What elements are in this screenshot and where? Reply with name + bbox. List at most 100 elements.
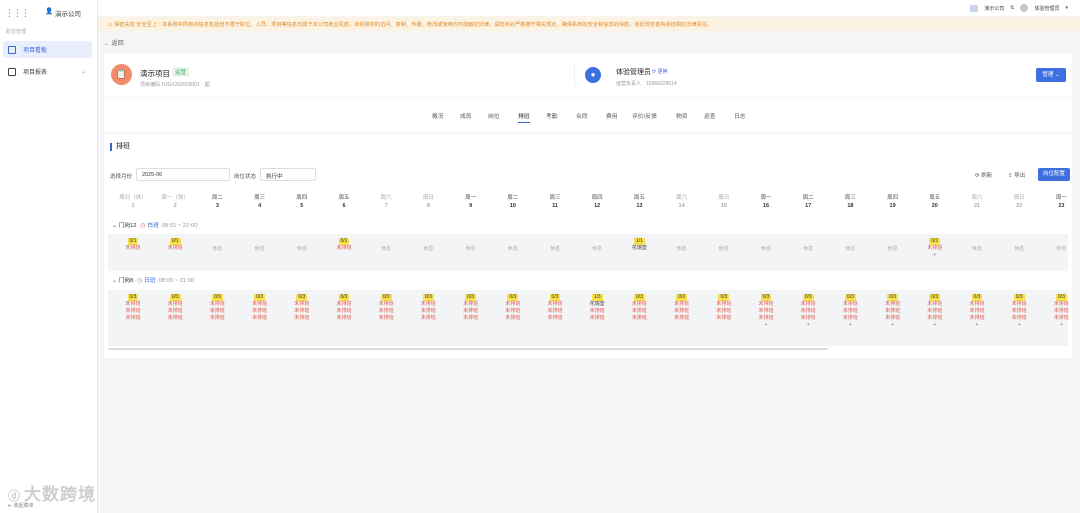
schedule-cell[interactable]: 0/3 未排班 未排班 未排班 [112, 294, 154, 322]
schedule-cell[interactable]: 休息 [407, 238, 449, 253]
schedule-cell[interactable]: 0/3 未排班 未排班 未排班 [281, 294, 323, 322]
sidebar-item-project-board[interactable]: 项目看板 [3, 41, 92, 58]
schedule-cell[interactable]: 1/1 花瑞奎 [618, 238, 660, 252]
company-switcher[interactable]: 👤 演示公司 [45, 8, 81, 18]
schedule-cell[interactable]: 0/3 未排班 未排班 未排班 + [998, 294, 1040, 329]
schedule-cell[interactable]: 休息 [365, 238, 407, 253]
tab-item[interactable]: 岗位 [488, 111, 500, 122]
switch-icon[interactable]: ⇅ [1010, 5, 1014, 11]
tab-item[interactable]: 巡查 [704, 111, 716, 122]
schedule-cell[interactable]: 0/1 未排班 + [914, 238, 956, 259]
schedule-cell[interactable]: 休息 [872, 238, 914, 253]
add-staff-icon[interactable]: + [914, 252, 956, 259]
schedule-cell[interactable]: 0/3 未排班 未排班 未排班 + [872, 294, 914, 329]
schedule-cell[interactable]: 0/3 未排班 未排班 未排班 + [829, 294, 871, 329]
schedule-cell[interactable]: 0/3 未排班 未排班 未排班 + [956, 294, 998, 329]
schedule-cell[interactable]: 休息 [703, 238, 745, 253]
top-user[interactable]: 体验管理员 [1034, 5, 1059, 12]
tab-item[interactable]: 排班 [518, 111, 530, 123]
top-company[interactable]: 演示公司 [984, 5, 1004, 12]
add-staff-icon[interactable]: + [745, 322, 787, 329]
add-staff-icon[interactable]: + [787, 322, 829, 329]
schedule-cell[interactable]: 0/1 未排班 [112, 238, 154, 252]
schedule-cell[interactable]: 0/3 未排班 未排班 未排班 [492, 294, 534, 322]
schedule-cell[interactable]: 0/1 未排班 [323, 238, 365, 252]
shift-time: 08:51 ~ 22:00 [161, 223, 198, 229]
schedule-cell[interactable]: 休息 [745, 238, 787, 253]
date-column-header: 周六 7 [365, 194, 407, 210]
sidebar-item-project-report[interactable]: 项目报表 ⌄ [3, 63, 92, 80]
unassigned-label: 未排班 [209, 315, 225, 321]
schedule-cell[interactable]: 休息 [196, 238, 238, 253]
schedule-cell[interactable]: 0/3 未排班 未排班 未排班 + [787, 294, 829, 329]
schedule-cell[interactable]: 休息 [281, 238, 323, 253]
schedule-cell[interactable]: 休息 [450, 238, 492, 253]
company-icon [970, 4, 979, 12]
add-staff-icon[interactable]: + [998, 322, 1040, 329]
schedule-cell[interactable]: 0/3 未排班 未排班 未排班 + [914, 294, 956, 329]
tab-item[interactable]: 成员 [460, 111, 472, 122]
tab-item[interactable]: 概况 [432, 111, 444, 122]
tab-item[interactable]: 物资 [676, 111, 688, 122]
schedule-cell[interactable]: 休息 [661, 238, 703, 253]
schedule-cell[interactable]: 0/3 未排班 未排班 未排班 [407, 294, 449, 322]
add-staff-icon[interactable]: + [829, 322, 871, 329]
horizontal-scrollbar[interactable] [108, 348, 828, 350]
unassigned-label: 未排班 [716, 308, 732, 314]
add-staff-icon[interactable]: + [1040, 322, 1072, 329]
refresh-button[interactable]: ⟳ 刷新 [975, 171, 992, 179]
schedule-cell[interactable]: 0/3 未排班 未排班 未排班 + [745, 294, 787, 329]
apps-grid-icon[interactable]: ⋮⋮⋮ [5, 8, 30, 19]
rest-label: 休息 [254, 246, 265, 252]
schedule-cell[interactable]: 0/3 未排班 未排班 未排班 [703, 294, 745, 322]
schedule-cell[interactable]: 休息 [492, 238, 534, 253]
schedule-cell[interactable]: 0/3 未排班 未排班 未排班 [323, 294, 365, 322]
back-link[interactable]: ← 返回 [104, 38, 124, 47]
schedule-cell[interactable]: 0/3 未排班 未排班 未排班 [534, 294, 576, 322]
schedule-cell[interactable]: 0/3 未排班 未排班 未排班 + [1040, 294, 1072, 329]
schedule-cell[interactable]: 休息 [534, 238, 576, 253]
schedule-cell[interactable]: 休息 [576, 238, 618, 253]
schedule-cell[interactable]: 0/3 未排班 未排班 未排班 [239, 294, 281, 322]
rest-label: 休息 [1014, 246, 1025, 252]
date-column-header: 周四 12 [576, 194, 618, 210]
change-manager-link[interactable]: ⟳ 更换 [652, 68, 668, 75]
schedule-cell[interactable]: 休息 [998, 238, 1040, 253]
post-group-header[interactable]: ⌄ 门岗12 ◷ 白班 08:51 ~ 22:00 [112, 220, 197, 229]
export-button[interactable]: ⇪ 导出 [1008, 171, 1025, 179]
schedule-cell[interactable]: 休息 [787, 238, 829, 253]
schedule-cell[interactable]: 休息 [829, 238, 871, 253]
weekday-label: 周六 [380, 195, 392, 201]
staff-count-badge: 0/3 [718, 294, 730, 301]
tab-item[interactable]: 合同 [576, 111, 588, 122]
schedule-cell[interactable]: 0/3 未排班 未排班 未排班 [661, 294, 703, 322]
schedule-cell[interactable]: 0/1 未排班 [154, 238, 196, 252]
tab-item[interactable]: 日志 [734, 111, 746, 122]
status-select[interactable]: 执行中 [260, 168, 316, 181]
tab-item[interactable]: 费用 [606, 111, 618, 122]
schedule-cell[interactable]: 0/3 未排班 未排班 未排班 [196, 294, 238, 322]
schedule-cell[interactable]: 休息 [956, 238, 998, 253]
schedule-cell[interactable]: 1/3 花瑞奎 未排班 未排班 [576, 294, 618, 322]
staff-count-badge: 0/3 [254, 294, 266, 301]
post-group-header[interactable]: ⌄ 门岗8 ◷ 日班 08:00 ~ 21:00 [112, 275, 194, 284]
schedule-cell[interactable]: 0/3 未排班 未排班 未排班 [154, 294, 196, 322]
add-staff-icon[interactable]: + [956, 322, 998, 329]
avatar[interactable] [1020, 4, 1029, 12]
schedule-cell[interactable]: 0/3 未排班 未排班 未排班 [450, 294, 492, 322]
schedule-cell[interactable]: 0/3 未排班 未排班 未排班 [618, 294, 660, 322]
add-staff-icon[interactable]: + [914, 322, 956, 329]
weekday-label: 周三 [844, 195, 856, 201]
schedule-cell[interactable]: 休息 [239, 238, 281, 253]
schedule-cell[interactable]: 0/3 未排班 未排班 未排班 [365, 294, 407, 322]
add-staff-icon[interactable]: + [872, 322, 914, 329]
collapse-menu-button[interactable]: ⇤ 收起菜单 [8, 502, 34, 509]
tab-item[interactable]: 评价/反馈 [632, 111, 657, 122]
tab-item[interactable]: 考勤 [546, 111, 558, 122]
post-config-button[interactable]: 岗位配置 [1038, 168, 1070, 181]
month-picker[interactable]: 2025-06 [136, 168, 230, 181]
schedule-cell[interactable]: 休息 [1040, 238, 1072, 253]
manage-button[interactable]: 管理 ⌄ [1036, 68, 1066, 82]
staff-count-badge: 0/1 [127, 238, 139, 245]
unassigned-label: 未排班 [252, 301, 268, 307]
